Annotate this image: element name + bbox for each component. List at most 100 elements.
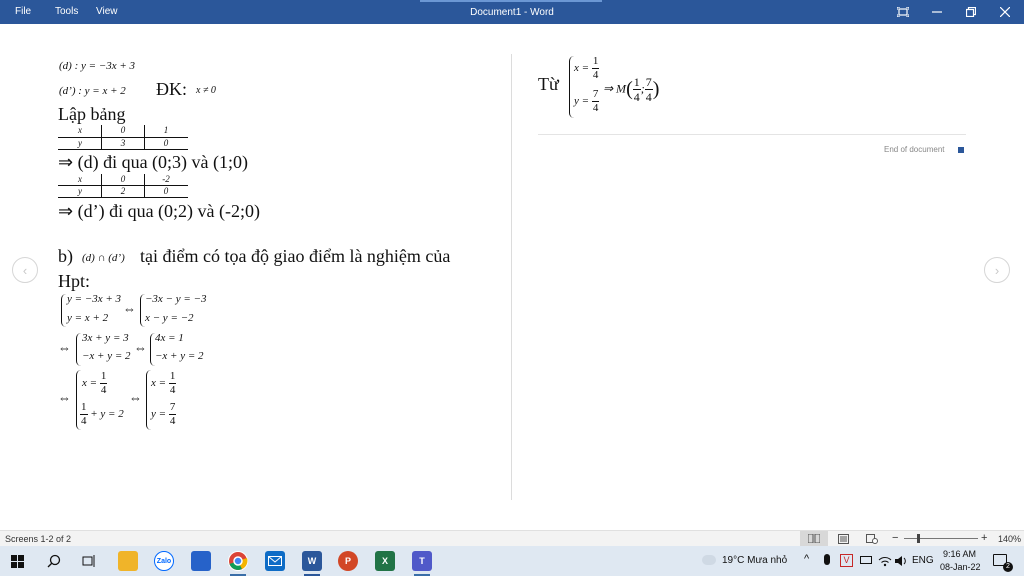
zalo-label: Zalo bbox=[156, 557, 172, 565]
d2-passes-text: ⇒ (d’) đi qua (0;2) và (-2;0) bbox=[58, 201, 261, 221]
equivalence-symbol: ⇔ bbox=[129, 390, 142, 405]
table-cell: 0 bbox=[163, 138, 169, 148]
chevron-right-icon: › bbox=[994, 262, 1000, 278]
equation-lhs: y = bbox=[574, 95, 590, 108]
clock-date[interactable]: 08-Jan-22 bbox=[940, 562, 981, 572]
chevron-up-icon[interactable]: ^ bbox=[804, 553, 809, 565]
denominator: 4 bbox=[100, 384, 107, 396]
document-area[interactable]: ‹ › (d) : y = −3x + 3 (d’) : y = x + 2 Đ… bbox=[0, 24, 1024, 530]
excel-icon[interactable]: X bbox=[375, 551, 395, 571]
read-mode-button[interactable] bbox=[800, 531, 828, 546]
equation: y = 74 bbox=[151, 402, 177, 427]
clock-time[interactable]: 9:16 AM bbox=[943, 549, 976, 559]
fraction: 14 bbox=[591, 56, 600, 81]
table-cell: 1 bbox=[163, 125, 169, 135]
focus-icon bbox=[897, 7, 909, 17]
equation: 14 + y = 2 bbox=[80, 402, 124, 427]
result-point: ⇒ M(1 4; 7 4) bbox=[603, 75, 660, 104]
fraction: 74 bbox=[591, 89, 600, 114]
store-icon[interactable] bbox=[191, 551, 211, 571]
numerator: 1 bbox=[80, 401, 88, 415]
dk-condition: x ≠ 0 bbox=[196, 85, 216, 96]
speaker-icon bbox=[895, 556, 906, 566]
battery-icon[interactable] bbox=[860, 556, 872, 564]
zoom-slider-thumb[interactable] bbox=[917, 534, 920, 543]
task-view-button[interactable] bbox=[82, 554, 96, 573]
fraction: 14 bbox=[168, 370, 177, 396]
equivalence-symbol: ⇔ bbox=[134, 340, 147, 355]
powerpoint-icon[interactable]: P bbox=[338, 551, 358, 571]
equation-lhs: x = bbox=[574, 62, 590, 75]
restore-icon bbox=[966, 7, 976, 17]
table-cell: x bbox=[78, 174, 82, 184]
language-indicator[interactable]: ENG bbox=[912, 555, 934, 566]
numerator: 1 bbox=[168, 370, 177, 384]
equation: −3x − y = −3 bbox=[145, 293, 207, 305]
lap-bang-heading: Lập bảng bbox=[58, 104, 126, 124]
print-layout-button[interactable] bbox=[832, 531, 856, 546]
close-button[interactable] bbox=[988, 0, 1022, 24]
minimize-button[interactable] bbox=[920, 0, 954, 24]
table-cell: y bbox=[78, 186, 82, 196]
equation: x − y = −2 bbox=[145, 312, 194, 324]
d-passes-text: ⇒ (d) đi qua (0;3) và (1;0) bbox=[58, 152, 249, 172]
file-explorer-icon[interactable] bbox=[118, 551, 138, 571]
web-layout-button[interactable] bbox=[860, 531, 884, 546]
status-bar: Screens 1-2 of 2 − + 140% bbox=[0, 530, 1024, 546]
table-cell: 0 bbox=[120, 125, 126, 135]
zalo-icon[interactable]: Zalo bbox=[154, 551, 174, 571]
title-bar: File Tools View Document1 - Word bbox=[0, 0, 1024, 24]
task-view-icon bbox=[82, 555, 95, 567]
end-of-document-label: End of document bbox=[884, 145, 945, 154]
table-cell: 0 bbox=[120, 174, 126, 184]
part-b-label: b) bbox=[58, 246, 73, 266]
windows-start-button[interactable] bbox=[11, 555, 24, 573]
chrome-icon[interactable] bbox=[228, 551, 248, 571]
denominator: 4 bbox=[81, 415, 87, 427]
previous-screen-button[interactable]: ‹ bbox=[12, 257, 38, 283]
table-cell: 2 bbox=[120, 186, 126, 196]
equation-rhs: + y = 2 bbox=[90, 408, 124, 421]
denominator: 4 bbox=[592, 102, 599, 114]
zoom-slider[interactable] bbox=[904, 538, 978, 539]
focus-mode-button[interactable] bbox=[886, 0, 920, 24]
page-divider bbox=[511, 54, 512, 500]
close-icon bbox=[1000, 7, 1010, 17]
equation-lhs: x = bbox=[151, 377, 167, 390]
equation: y = −3x + 3 bbox=[67, 293, 122, 305]
book-icon bbox=[808, 534, 820, 543]
table-cell: y bbox=[78, 138, 82, 148]
intersection-symbol: (d) ∩ (d’) bbox=[82, 252, 125, 264]
window-title: Document1 - Word bbox=[470, 7, 554, 18]
taskbar: Zalo W P X T 19°C Mưa nhỏ ^ V ENG 9:16 A… bbox=[0, 546, 1024, 576]
search-button[interactable] bbox=[47, 554, 61, 573]
next-screen-button[interactable]: › bbox=[984, 257, 1010, 283]
chevron-left-icon: ‹ bbox=[22, 262, 28, 278]
equivalence-symbol: ⇔ bbox=[58, 340, 71, 355]
zoom-out-button[interactable]: − bbox=[892, 532, 898, 544]
equation: x = 14 bbox=[82, 371, 108, 396]
teams-icon[interactable]: T bbox=[412, 551, 432, 571]
restore-button[interactable] bbox=[954, 0, 988, 24]
dk-label: ĐK: bbox=[156, 79, 187, 99]
web-layout-icon bbox=[866, 534, 878, 544]
unikey-icon[interactable]: V bbox=[840, 554, 853, 567]
line-d-equation: (d) : y = −3x + 3 bbox=[59, 60, 136, 72]
fraction: 74 bbox=[168, 402, 177, 427]
microphone-icon[interactable] bbox=[824, 554, 830, 565]
zoom-in-button[interactable]: + bbox=[981, 532, 987, 544]
wifi-icon[interactable] bbox=[878, 554, 892, 572]
denominator: 4 bbox=[169, 384, 176, 396]
equation: −x + y = 2 bbox=[82, 350, 131, 362]
numerator: 7 bbox=[644, 75, 653, 90]
table-cell: 0 bbox=[163, 186, 169, 196]
word-icon[interactable]: W bbox=[302, 551, 322, 571]
mail-icon[interactable] bbox=[265, 551, 285, 571]
volume-icon[interactable] bbox=[894, 554, 908, 572]
equation: 3x + y = 3 bbox=[82, 332, 129, 344]
denominator: 4 bbox=[645, 90, 652, 104]
equation: y = 74 bbox=[574, 89, 600, 114]
weather-text[interactable]: 19°C Mưa nhỏ bbox=[722, 555, 787, 566]
result-prefix: ⇒ M bbox=[603, 81, 627, 96]
zoom-level[interactable]: 140% bbox=[998, 534, 1021, 544]
